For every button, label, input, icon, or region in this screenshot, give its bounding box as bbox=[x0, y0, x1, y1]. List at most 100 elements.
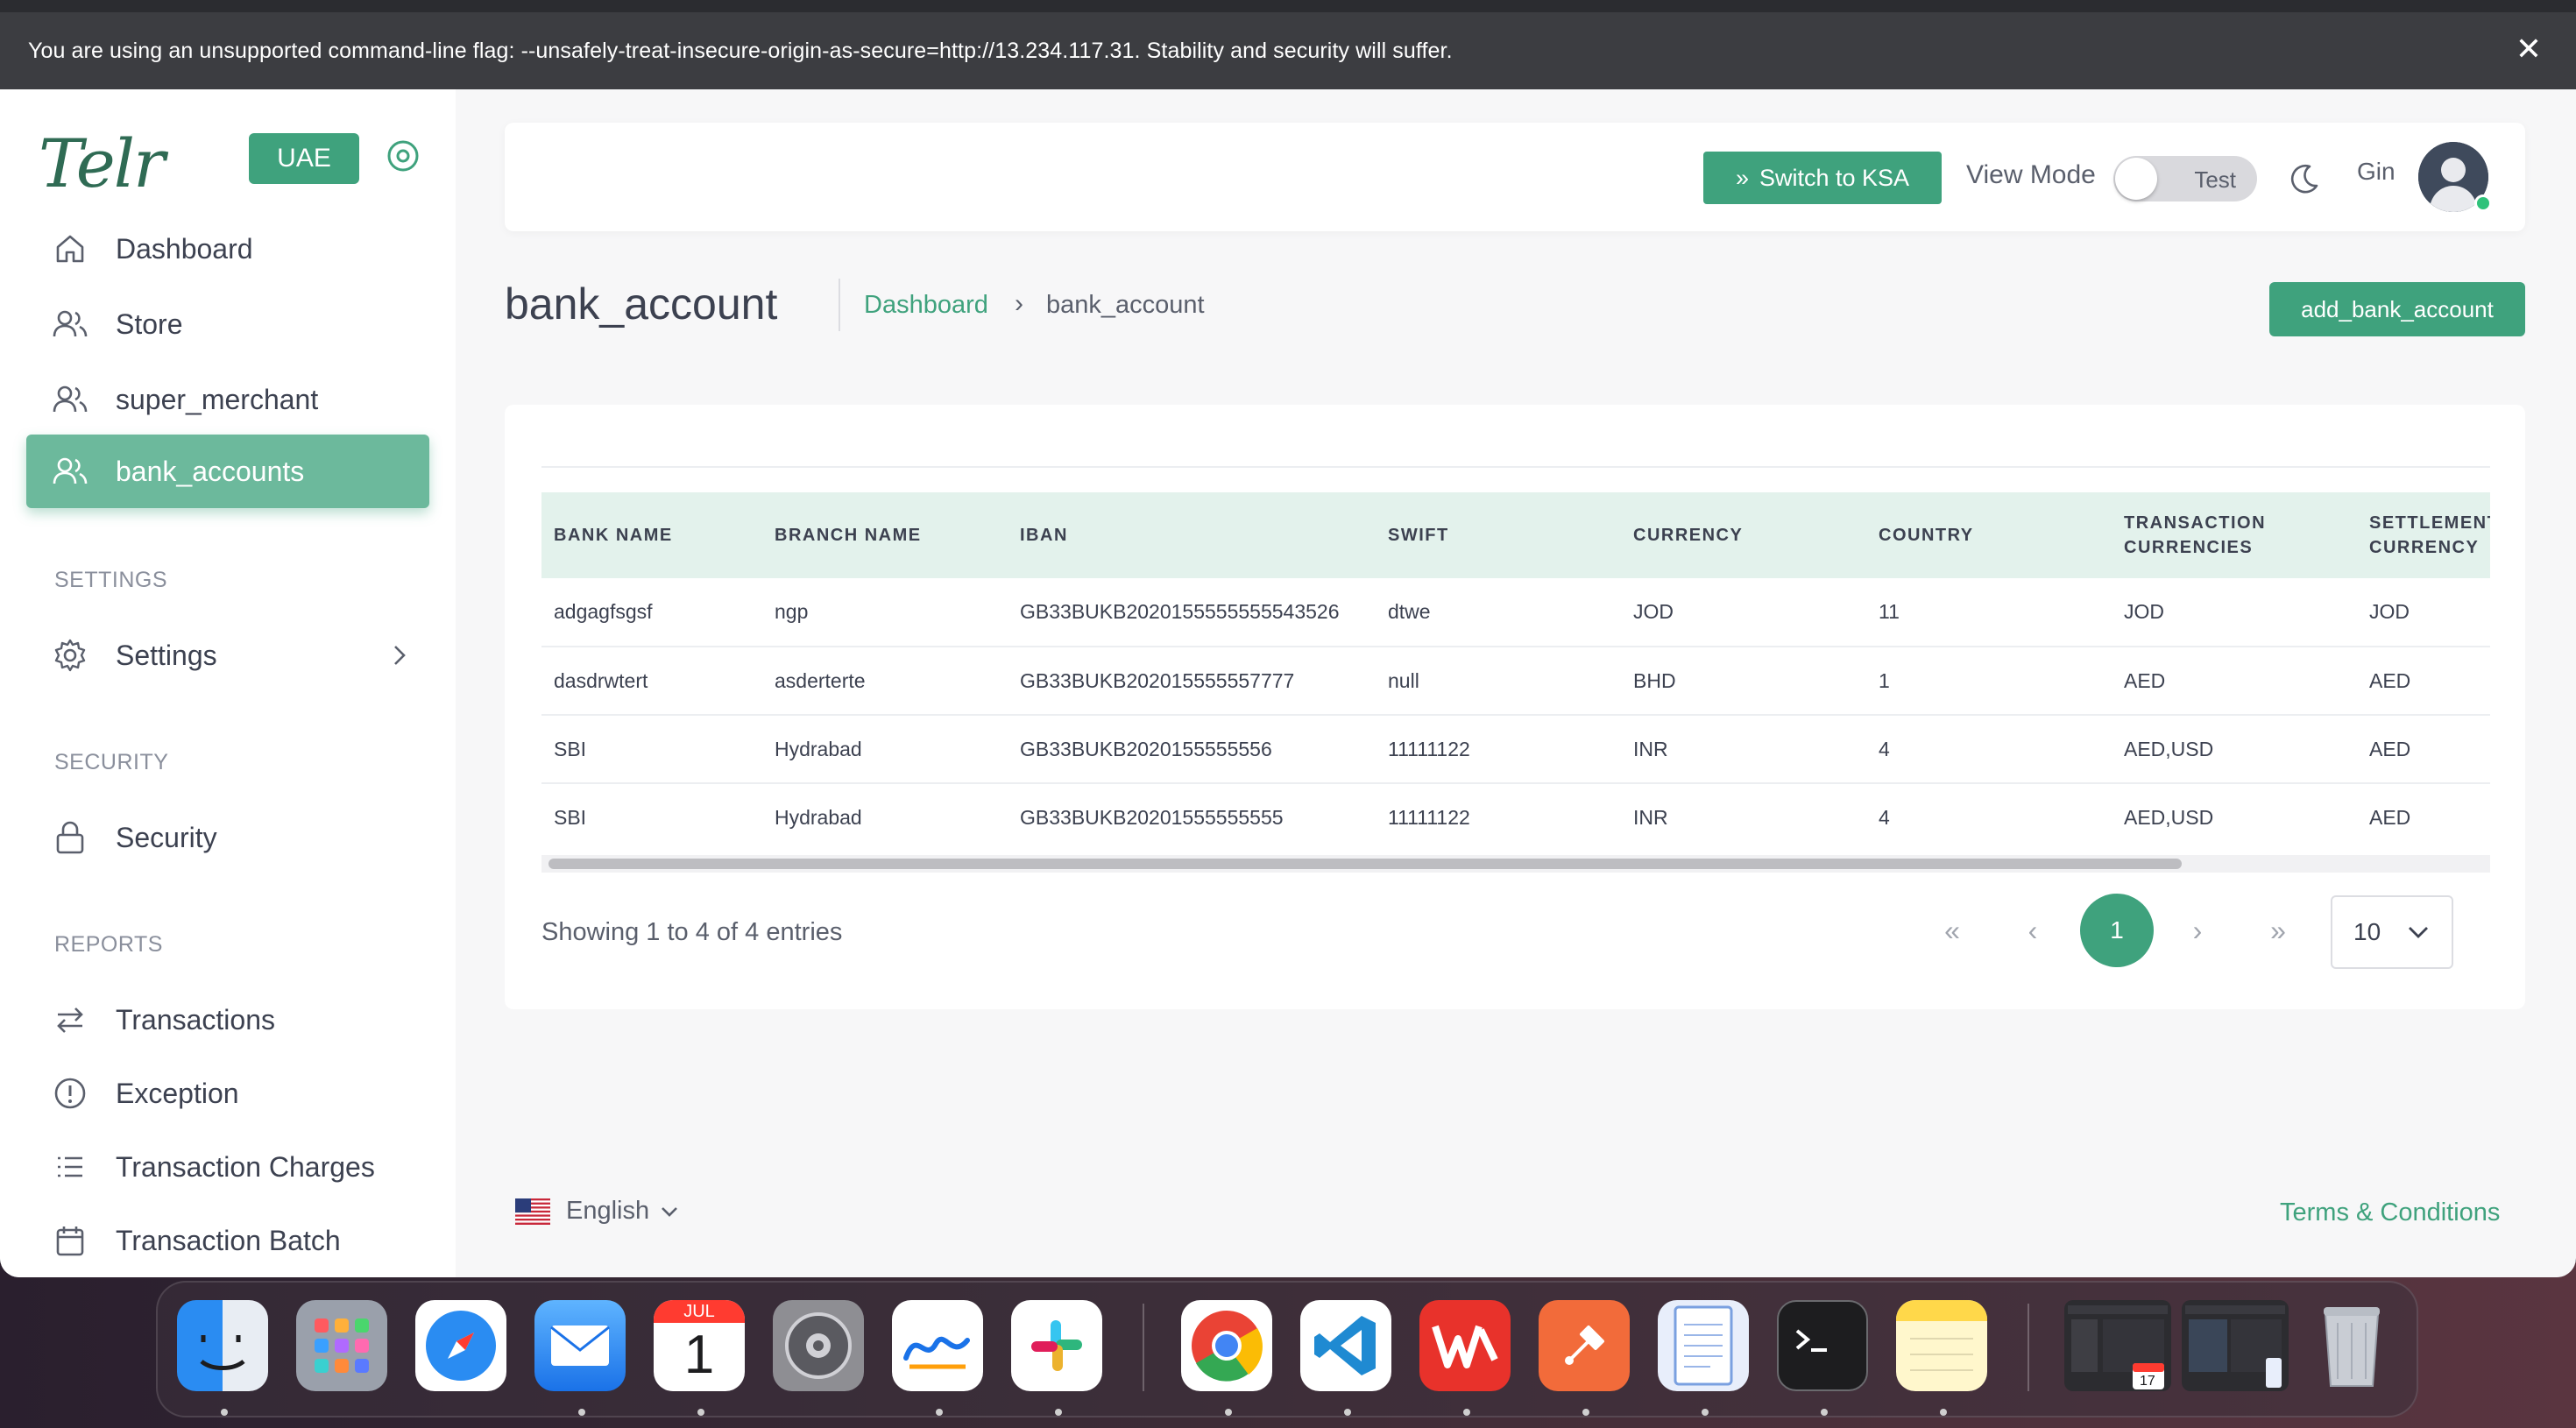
calendar-app-icon[interactable]: JUL 1 bbox=[654, 1300, 745, 1391]
sidebar-item-label: Transactions bbox=[116, 1003, 275, 1036]
launchpad-icon[interactable] bbox=[296, 1300, 387, 1391]
telr-logo[interactable]: Telr bbox=[39, 124, 165, 202]
sidebar-item-bank-accounts[interactable]: bank_accounts bbox=[26, 435, 429, 508]
prev-page-button[interactable]: ‹ bbox=[1996, 894, 2070, 967]
sidebar-item-transactions[interactable]: Transactions bbox=[26, 983, 429, 1057]
mail-icon[interactable] bbox=[534, 1300, 626, 1391]
cell-currency: INR bbox=[1621, 715, 1866, 784]
table-row[interactable]: SBI Hydrabad GB33BUKB2020155555556 11111… bbox=[541, 715, 2490, 784]
sidebar-item-exception[interactable]: Exception bbox=[26, 1057, 429, 1130]
cell-transaction-currencies: AED,USD bbox=[2112, 715, 2357, 784]
slack-icon[interactable] bbox=[1011, 1300, 1102, 1391]
scrollbar-thumb[interactable] bbox=[548, 859, 2182, 869]
column-header[interactable]: SETTLEMENT CURRENCY bbox=[2357, 492, 2490, 578]
warning-text: You are using an unsupported command-lin… bbox=[28, 38, 1453, 63]
sidebar-item-label: Store bbox=[116, 308, 183, 340]
minimized-window-thumbnail[interactable]: 17 bbox=[2064, 1300, 2171, 1391]
column-header[interactable]: SWIFT bbox=[1376, 492, 1621, 578]
terminal-icon[interactable] bbox=[1777, 1300, 1868, 1391]
terms-link[interactable]: Terms & Conditions bbox=[2280, 1198, 2500, 1227]
user-name[interactable]: Gin bbox=[2357, 158, 2396, 186]
column-header[interactable]: BANK NAME bbox=[541, 492, 762, 578]
table-row[interactable]: adgagfsgsf ngp GB33BUKB20201555555555435… bbox=[541, 578, 2490, 647]
table-row[interactable]: SBI Hydrabad GB33BUKB20201555555555 1111… bbox=[541, 783, 2490, 834]
toggle-knob bbox=[2115, 158, 2157, 200]
breadcrumb-dashboard[interactable]: Dashboard bbox=[864, 291, 988, 320]
column-header[interactable]: CURRENCY bbox=[1621, 492, 1866, 578]
running-indicator bbox=[1463, 1409, 1470, 1416]
sidebar-item-settings[interactable]: Settings bbox=[26, 619, 429, 692]
sidebar-item-super-merchant[interactable]: super_merchant bbox=[26, 363, 429, 436]
home-icon bbox=[51, 230, 89, 268]
column-header[interactable]: BRANCH NAME bbox=[762, 492, 1008, 578]
column-header[interactable]: COUNTRY bbox=[1866, 492, 2112, 578]
chevron-down-icon bbox=[2409, 927, 2428, 938]
cell-iban: GB33BUKB202015555557777 bbox=[1008, 647, 1376, 716]
view-mode-label: View Mode bbox=[1966, 160, 2096, 189]
target-icon[interactable] bbox=[386, 138, 421, 173]
column-header[interactable]: IBAN bbox=[1008, 492, 1376, 578]
cell-iban: GB33BUKB20201555555555 bbox=[1008, 783, 1376, 834]
entries-info: Showing 1 to 4 of 4 entries bbox=[541, 918, 843, 946]
system-settings-icon[interactable] bbox=[773, 1300, 864, 1391]
first-page-button[interactable]: « bbox=[1915, 894, 1989, 967]
finder-icon[interactable] bbox=[177, 1300, 268, 1391]
dock-separator bbox=[1143, 1304, 1144, 1391]
cell-transaction-currencies: AED,USD bbox=[2112, 783, 2357, 834]
table-header-row: BANK NAME BRANCH NAME IBAN SWIFT CURRENC… bbox=[541, 492, 2490, 578]
sidebar-item-label: Security bbox=[116, 821, 217, 853]
page-1-button[interactable]: 1 bbox=[2080, 894, 2154, 967]
table-row[interactable]: dasdrwtert asderterte GB33BUKB2020155555… bbox=[541, 647, 2490, 716]
cell-swift: null bbox=[1376, 647, 1621, 716]
sidebar-item-transaction-batch[interactable]: Transaction Batch bbox=[26, 1204, 429, 1277]
sidebar-item-transaction-charges[interactable]: Transaction Charges bbox=[26, 1130, 429, 1204]
safari-icon[interactable] bbox=[415, 1300, 506, 1391]
running-indicator bbox=[1821, 1409, 1828, 1416]
cell-country: 1 bbox=[1866, 647, 2112, 716]
last-page-button[interactable]: » bbox=[2241, 894, 2315, 967]
notes-icon[interactable] bbox=[1896, 1300, 1987, 1391]
cell-transaction-currencies: JOD bbox=[2112, 578, 2357, 647]
close-icon[interactable]: ✕ bbox=[2511, 32, 2546, 67]
wps-office-icon[interactable] bbox=[1419, 1300, 1511, 1391]
textedit-icon[interactable] bbox=[1658, 1300, 1749, 1391]
alert-circle-icon bbox=[51, 1074, 89, 1113]
chrome-icon[interactable] bbox=[1181, 1300, 1272, 1391]
sidebar-item-label: Transaction Batch bbox=[116, 1224, 341, 1256]
dock-separator bbox=[2028, 1304, 2029, 1391]
cell-bank-name: dasdrwtert bbox=[541, 647, 762, 716]
cell-bank-name: adgagfsgsf bbox=[541, 578, 762, 647]
running-indicator bbox=[1582, 1409, 1589, 1416]
freeform-icon[interactable] bbox=[892, 1300, 983, 1391]
warning-infobar: You are using an unsupported command-lin… bbox=[0, 12, 2576, 89]
running-indicator bbox=[1702, 1409, 1709, 1416]
online-status-dot bbox=[2474, 194, 2492, 212]
sidebar-item-store[interactable]: Store bbox=[26, 287, 429, 361]
moon-icon[interactable] bbox=[2287, 161, 2322, 196]
next-page-button[interactable]: › bbox=[2161, 894, 2234, 967]
cell-country: 4 bbox=[1866, 783, 2112, 834]
language-selector[interactable]: English bbox=[515, 1197, 679, 1226]
users-icon bbox=[51, 380, 89, 419]
us-flag-icon bbox=[515, 1198, 550, 1225]
table-scroll-area[interactable]: BANK NAME BRANCH NAME IBAN SWIFT CURRENC… bbox=[541, 492, 2490, 834]
view-mode-toggle[interactable]: Test bbox=[2113, 156, 2257, 201]
cell-country: 11 bbox=[1866, 578, 2112, 647]
postman-icon[interactable] bbox=[1539, 1300, 1630, 1391]
cell-country: 4 bbox=[1866, 715, 2112, 784]
sidebar-item-security[interactable]: Security bbox=[26, 801, 429, 874]
cell-swift: 11111122 bbox=[1376, 783, 1621, 834]
sidebar-item-dashboard[interactable]: Dashboard bbox=[26, 212, 429, 286]
horizontal-scrollbar[interactable] bbox=[541, 855, 2490, 873]
trash-icon[interactable] bbox=[2306, 1300, 2397, 1391]
column-header[interactable]: TRANSACTION CURRENCIES bbox=[2112, 492, 2357, 578]
page-size-select[interactable]: 10 bbox=[2331, 895, 2453, 969]
vscode-icon[interactable] bbox=[1300, 1300, 1391, 1391]
switch-to-ksa-button[interactable]: » Switch to KSA bbox=[1703, 152, 1942, 204]
minimized-window-thumbnail[interactable] bbox=[2182, 1300, 2289, 1391]
calendar-day: 1 bbox=[683, 1325, 715, 1385]
region-badge[interactable]: UAE bbox=[249, 133, 359, 184]
sidebar-item-label: Exception bbox=[116, 1077, 239, 1109]
add-bank-account-button[interactable]: add_bank_account bbox=[2269, 282, 2525, 336]
cell-branch-name: Hydrabad bbox=[762, 783, 1008, 834]
